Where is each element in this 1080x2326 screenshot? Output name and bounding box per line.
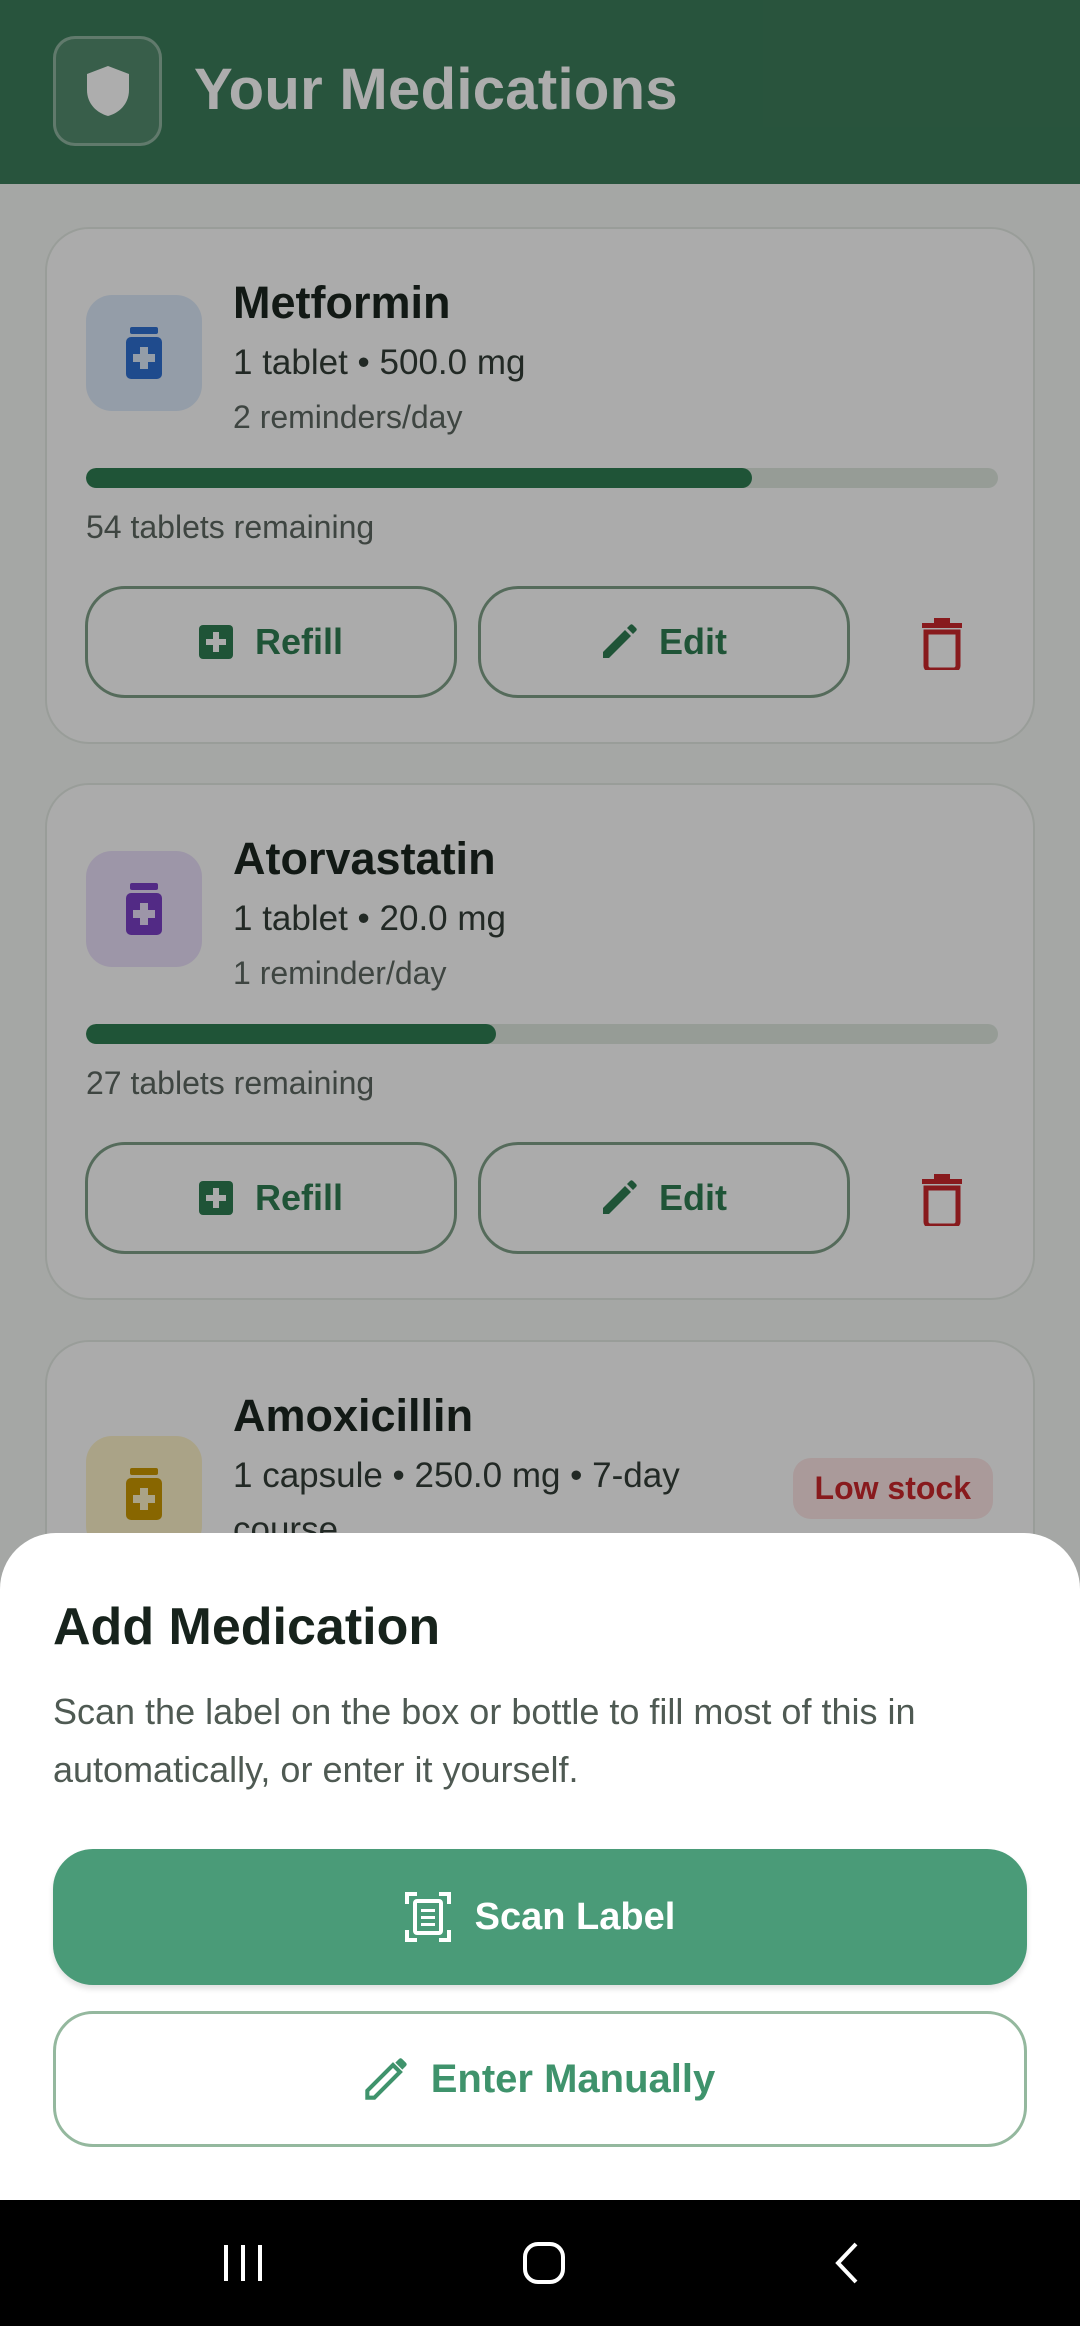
enter-manually-text: Enter Manually <box>430 2056 716 2101</box>
enter-manually-button[interactable]: Enter Manually <box>53 2011 1027 2147</box>
sheet-title: Add Medication <box>53 1598 441 1656</box>
pencil-icon <box>365 2058 407 2100</box>
home-icon <box>523 2242 565 2284</box>
scan-label-button[interactable]: Scan Label <box>53 1849 1027 1985</box>
recent-apps-icon <box>224 2245 262 2281</box>
scan-label-text: Scan Label <box>474 1895 676 1938</box>
back-icon <box>835 2242 858 2284</box>
app-root: Your Medications Metformin 1 tablet • 50… <box>0 0 1080 2326</box>
document-scanner-icon <box>404 1892 451 1942</box>
add-medication-sheet: Add Medication Scan the label on the box… <box>0 1533 1080 2200</box>
sheet-description: Scan the label on the box or bottle to f… <box>53 1691 916 1790</box>
back-button[interactable] <box>814 2230 880 2296</box>
recent-apps-button[interactable] <box>210 2230 276 2296</box>
system-nav-bar <box>0 2200 1080 2326</box>
home-button[interactable] <box>511 2230 577 2296</box>
